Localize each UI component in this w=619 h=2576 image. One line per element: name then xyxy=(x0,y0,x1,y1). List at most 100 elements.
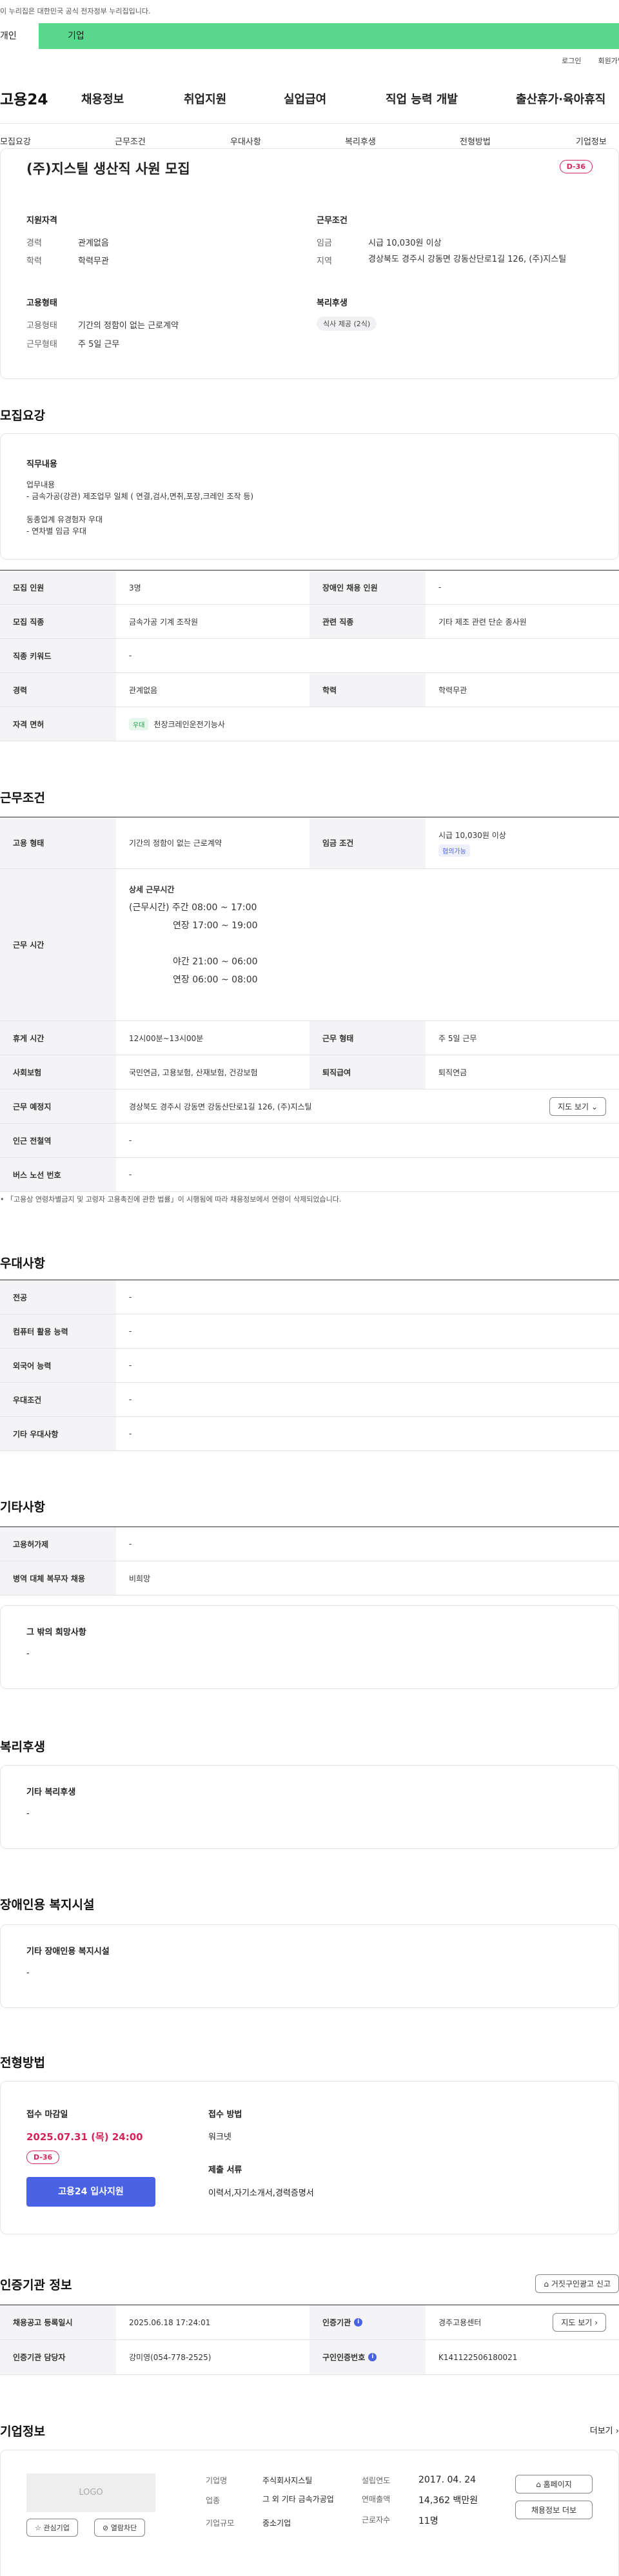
th-career: 경력 xyxy=(0,673,116,707)
table-row: 병역 대체 복무자 채용 비희망 xyxy=(0,1561,619,1595)
work-type: 근무형태 주 5일 근무 xyxy=(26,340,120,349)
td-career: 관계없음 xyxy=(129,685,158,695)
benefit-value: - xyxy=(26,1809,30,1819)
th-manager: 인증기관 담당자 xyxy=(0,2340,116,2374)
qual-career: 경력 관계없음 xyxy=(26,239,109,248)
report-ad-button[interactable]: ⌂ 거짓구인광고 신고 xyxy=(535,2274,619,2293)
recruit-table: 모집 인원 3명 장애인 채용 인원 - 모집 직종 금속가공 기계 조작원 관… xyxy=(0,570,619,741)
table-row: 외국어 능력 - xyxy=(0,1349,619,1383)
qualification-heading: 지원자격 xyxy=(26,216,57,226)
th-bus: 버스 노선 번호 xyxy=(0,1158,116,1191)
th-insurance: 사회보험 xyxy=(0,1055,116,1089)
td-related-job: 기타 제조 관련 단순 종사원 xyxy=(438,617,527,627)
td-agency: 경주고용센터 지도 보기 › xyxy=(426,2305,619,2339)
gov-banner: 이 누리집은 대한민국 공식 전자정부 누리집입니다. xyxy=(0,0,619,23)
table-row: 직종 키워드 - xyxy=(0,639,619,673)
table-row: 인근 전철역 - xyxy=(0,1124,619,1158)
th-reg-date: 채용공고 등록일시 xyxy=(0,2305,116,2339)
th-subway: 인근 전철역 xyxy=(0,1124,116,1157)
table-row: 우대조건 - xyxy=(0,1383,619,1417)
td-work-hours: 상세 근무시간 (근무시간) 주간 08:00 ~ 17:00 연장 17:00… xyxy=(129,885,258,985)
benefit-card: 기타 복리후생 - xyxy=(0,1765,619,1849)
favorite-company-button[interactable]: ☆ 관심기업 xyxy=(26,2519,78,2537)
td-language: - xyxy=(129,1361,132,1370)
tab-company[interactable]: 기업 xyxy=(39,23,619,49)
td-computer: - xyxy=(129,1327,132,1336)
table-row: 컴퓨터 활용 능력 - xyxy=(0,1314,619,1349)
user-type-tabs: 개인 기업 xyxy=(0,23,619,49)
home-icon: ⌂ xyxy=(536,2480,541,2489)
welfare-heading: 복리후생 xyxy=(317,298,348,308)
subnav-company[interactable]: 기업정보 xyxy=(576,135,607,147)
star-icon: ☆ xyxy=(35,2524,41,2532)
subnav-preferences[interactable]: 우대사항 xyxy=(230,135,261,147)
block-view-button[interactable]: ⊘ 열람차단 xyxy=(94,2519,146,2537)
table-row: 고용 형태 기간의 정함이 없는 근로계약 임금 조건 시급 10,030원 이… xyxy=(0,817,619,869)
table-row: 모집 직종 금속가공 기계 조작원 관련 직종 기타 제조 관련 단순 종사원 xyxy=(0,605,619,639)
gnb-jobs[interactable]: 채용정보 xyxy=(81,90,124,107)
pref-table: 전공 - 컴퓨터 활용 능력 - 외국어 능력 - 우대조건 - 기타 우대사항 - xyxy=(0,1280,619,1451)
td-pref-other: - xyxy=(129,1429,132,1438)
info-icon[interactable]: i xyxy=(368,2353,377,2361)
job-title: (주)지스틸 생산직 사원 모집 xyxy=(26,161,190,177)
th-work-hours: 근무 시간 xyxy=(0,869,116,1020)
th-pref-other: 기타 우대사항 xyxy=(0,1417,116,1450)
td-pref-condition: - xyxy=(129,1395,132,1404)
company-card: LOGO ☆ 관심기업 ⊘ 열람차단 기업명 주식회사지스틸 업종 그 외 기타 금… xyxy=(0,2450,619,2576)
welfare-tag: 식사 제공 (2식) xyxy=(317,317,377,331)
gnb-unemployment-benefit[interactable]: 실업급여 xyxy=(284,90,326,107)
th-keyword: 직종 키워드 xyxy=(0,639,116,672)
homepage-button[interactable]: ⌂ 홈페이지 xyxy=(515,2475,593,2493)
company-more-link[interactable]: 더보기 › xyxy=(590,2424,619,2436)
table-row: 모집 인원 3명 장애인 채용 인원 - xyxy=(0,571,619,605)
gnb-vocational-training[interactable]: 직업 능력 개발 xyxy=(386,90,458,107)
cond-region: 지역 경상북도 경주시 강동면 강동산단로1길 126, (주)지스틸 xyxy=(317,255,567,266)
signup-link[interactable]: 회원가입 xyxy=(598,55,619,66)
etc-section-title: 기타사항 xyxy=(0,1500,45,1514)
login-link[interactable]: 로그인 xyxy=(562,55,581,66)
other-wishes-card: 그 밖의 희망사항 - xyxy=(0,1605,619,1689)
docs-value: 이력서,자기소개서,경력증명서 xyxy=(208,2189,314,2198)
td-major: - xyxy=(129,1293,132,1302)
td-cert-no: K141122506180021 xyxy=(438,2352,518,2362)
etc-table: 고용허가제 - 병역 대체 복무자 채용 비희망 xyxy=(0,1527,619,1595)
condition-heading: 근무조건 xyxy=(317,216,348,226)
disabled-section-title: 장애인용 복지시설 xyxy=(0,1898,95,1912)
work-table: 고용 형태 기간의 정함이 없는 근로계약 임금 조건 시급 10,030원 이… xyxy=(0,817,619,1192)
td-headcount: 3명 xyxy=(129,583,141,592)
workplace-map-button[interactable]: 지도 보기 ⌄ xyxy=(549,1097,606,1116)
gnb-parental-leave[interactable]: 출산휴가·육아휴직 xyxy=(516,90,605,107)
chevron-down-icon: ⌄ xyxy=(591,1102,598,1111)
table-row: 버스 노선 번호 - xyxy=(0,1158,619,1192)
qual-education: 학력 학력무관 xyxy=(26,257,109,266)
info-icon[interactable]: i xyxy=(354,2318,363,2327)
global-nav: 고용24 채용정보 취업지원 실업급여 직업 능력 개발 출산휴가·육아휴직 xyxy=(0,72,619,124)
subnav-welfare[interactable]: 복리후생 xyxy=(345,135,376,147)
job-summary-card: (주)지스틸 생산직 사원 모집 D-36 지원자격 경력 관계없음 학력 학력무관… xyxy=(0,148,619,379)
subnav-conditions[interactable]: 근무조건 xyxy=(115,135,146,147)
tab-personal[interactable]: 개인 xyxy=(0,23,39,49)
subnav-selection[interactable]: 전형방법 xyxy=(460,135,491,147)
company-jobs-button[interactable]: 채용정보 더보 xyxy=(515,2501,593,2519)
agency-map-button[interactable]: 지도 보기 › xyxy=(553,2313,606,2332)
block-icon: ⊘ xyxy=(103,2524,109,2532)
employment-heading: 고용형태 xyxy=(26,298,57,308)
apply-card: 접수 마감일 2025.07.31 (목) 24:00 D-36 고용24 입사… xyxy=(0,2081,619,2234)
deadline-value: 2025.07.31 (목) 24:00 xyxy=(26,2131,143,2143)
pref-section-title: 우대사항 xyxy=(0,1256,45,1271)
th-permit: 고용허가제 xyxy=(0,1527,116,1561)
apply-button[interactable]: 고용24 입사지원 xyxy=(26,2177,155,2207)
td-keyword: - xyxy=(129,651,132,660)
age-notice: • 「고용상 연령차별금지 및 고령자 고용촉진에 관한 법률」이 시행됨에 따… xyxy=(0,1195,342,1204)
chevron-right-icon: › xyxy=(594,2318,598,2327)
td-subway: - xyxy=(129,1136,132,1145)
subnav-recruit[interactable]: 모집요강 xyxy=(0,135,31,147)
td-job-category: 금속가공 기계 조작원 xyxy=(129,617,198,627)
table-row: 경력 관계없음 학력 학력무관 xyxy=(0,673,619,707)
td-permit: - xyxy=(129,1539,132,1548)
disabled-card: 기타 장애인용 복지시설 - xyxy=(0,1924,619,2008)
th-cert-no: 구인인증번호 i xyxy=(310,2340,426,2374)
table-row: 근무 시간 상세 근무시간 (근무시간) 주간 08:00 ~ 17:00 연장… xyxy=(0,869,619,1021)
gnb-employment-support[interactable]: 취업지원 xyxy=(184,90,226,107)
preferred-tag: 우대 xyxy=(129,717,149,730)
